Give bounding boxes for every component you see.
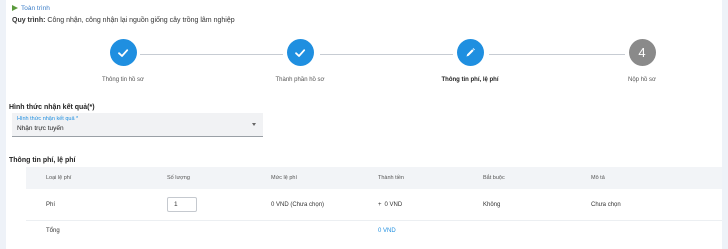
column-header: Số lượng (167, 175, 190, 181)
table-total-row: Tổng 0 VND (26, 221, 722, 240)
step-number: 4 (628, 39, 656, 66)
result-method-value: Nhận trực tuyến (17, 125, 64, 132)
step-label: Thành phần hồ sơ (275, 77, 325, 83)
chevron-down-icon (252, 123, 256, 126)
column-header: Thành tiền (378, 175, 404, 181)
pencil-icon (456, 39, 484, 66)
breadcrumb[interactable]: Toàn trình (12, 3, 50, 13)
step-thong-tin-phi-le-phi[interactable]: Thông tin phí, lệ phí (410, 37, 530, 83)
step-nop-ho-so[interactable]: 4 Nộp hồ sơ (582, 37, 702, 83)
fee-description: Chưa chọn (591, 201, 621, 208)
result-method-field-label: Hình thức nhận kết quả * (17, 116, 79, 122)
breadcrumb-label: Toàn trình (21, 4, 50, 12)
total-label: Tổng (46, 227, 60, 234)
step-thanh-phan-ho-so[interactable]: Thành phần hồ sơ (240, 37, 360, 83)
fee-type: Phí (46, 201, 56, 208)
check-icon (286, 39, 314, 66)
fee-amount: 0 VND (384, 201, 403, 208)
stepper: Thông tin hồ sơ Thành phần hồ sơ Thông t… (6, 37, 722, 87)
check-icon (109, 39, 137, 66)
step-thong-tin-ho-so[interactable]: Thông tin hồ sơ (63, 37, 183, 83)
step-label: Thông tin phí, lệ phí (441, 77, 499, 83)
fee-required: Không (483, 201, 501, 208)
table-header: Loại lệ phí Số lượng Mức lệ phí Thành ti… (26, 167, 722, 189)
column-header: Loại lệ phí (46, 175, 72, 181)
table-row: Phí 1 0 VND (Chưa chọn) + 0 VND Không Ch… (26, 189, 722, 221)
result-method-select[interactable]: Hình thức nhận kết quả * Nhận trực tuyến (12, 113, 263, 137)
quantity-cell: 1 (167, 189, 197, 220)
column-header: Bắt buộc (483, 175, 505, 181)
result-section-title: Hình thức nhận kết quả(*) (9, 104, 95, 111)
amount-prefix: + (378, 201, 382, 208)
total-value: 0 VND (378, 227, 396, 234)
step-label: Nộp hồ sơ (628, 77, 656, 83)
fee-amount-cell: + 0 VND (378, 189, 402, 220)
fee-level: 0 VND (Chưa chọn) (271, 201, 325, 208)
procedure-value: Công nhận, công nhận lại nguồn giống cây… (47, 17, 235, 24)
procedure-line: Quy trình: Công nhận, công nhận lại nguồ… (12, 17, 235, 24)
column-header: Mức lệ phí (271, 175, 297, 181)
breadcrumb-arrow-icon (12, 5, 18, 11)
procedure-label: Quy trình: (12, 17, 46, 24)
fee-section-title: Thông tin phí, lệ phí (9, 157, 76, 164)
step-label: Thông tin hồ sơ (102, 77, 144, 83)
fee-table: Loại lệ phí Số lượng Mức lệ phí Thành ti… (26, 167, 722, 240)
column-header: Mô tả (591, 175, 605, 181)
quantity-input[interactable]: 1 (167, 197, 197, 212)
page-panel: Toàn trình Quy trình: Công nhận, công nh… (6, 0, 722, 249)
